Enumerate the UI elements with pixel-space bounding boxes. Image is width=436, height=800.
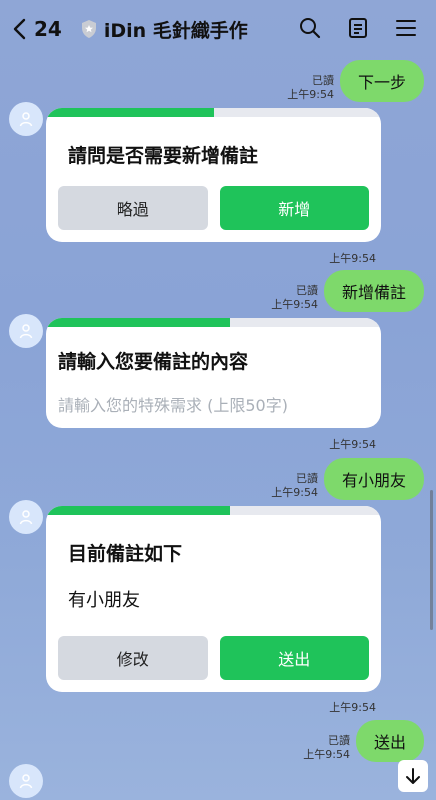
skip-button[interactable]: 略過 — [58, 186, 208, 230]
note-text: 有小朋友 — [68, 590, 140, 611]
scrollbar[interactable] — [430, 490, 433, 630]
submit-button[interactable]: 送出 — [219, 636, 369, 680]
outgoing-message: 已讀 上午9:54 下一步 — [287, 60, 424, 102]
user-icon — [19, 112, 33, 127]
progress-bar — [46, 318, 381, 327]
unread-count: 24 — [34, 17, 62, 41]
flex-card-note-summary: 目前備註如下 有小朋友 修改 送出 — [46, 506, 381, 692]
note-input-placeholder: 請輸入您的特殊需求 (上限50字) — [58, 396, 288, 415]
timestamp: 上午9:54 — [303, 748, 350, 761]
timestamp: 上午9:54 — [329, 701, 376, 714]
chat-header: 24 iDin 毛針織手作 — [0, 0, 436, 58]
avatar[interactable] — [9, 764, 43, 798]
message-bubble[interactable]: 新增備註 — [323, 270, 424, 312]
message-bubble[interactable]: 有小朋友 — [323, 458, 424, 500]
message-bubble[interactable]: 下一步 — [339, 60, 424, 102]
avatar[interactable] — [9, 500, 43, 534]
back-button[interactable]: 24 — [10, 17, 62, 41]
card-title: 目前備註如下 — [68, 543, 183, 565]
read-receipt: 已讀 — [311, 74, 334, 87]
timestamp: 上午9:54 — [271, 486, 318, 499]
menu-icon[interactable] — [394, 16, 418, 40]
arrow-down-icon — [406, 768, 420, 784]
user-icon — [19, 774, 33, 789]
timestamp: 上午9:54 — [329, 438, 376, 451]
progress-bar — [46, 506, 381, 515]
card-title: 請輸入您要備註的內容 — [58, 351, 249, 373]
chat-title: iDin 毛針織手作 — [103, 19, 248, 42]
edit-button[interactable]: 修改 — [58, 636, 208, 680]
timestamp: 上午9:54 — [329, 252, 376, 265]
chevron-left-icon — [13, 18, 26, 40]
shield-icon — [81, 20, 96, 38]
avatar[interactable] — [9, 314, 43, 348]
card-title: 請問是否需要新增備註 — [68, 145, 259, 167]
avatar[interactable] — [9, 102, 43, 136]
flex-card-input-note: 請輸入您要備註的內容 請輸入您的特殊需求 (上限50字) — [46, 318, 381, 428]
flex-card-add-note: 請問是否需要新增備註 略過 新增 — [46, 108, 381, 242]
add-button[interactable]: 新增 — [219, 186, 369, 230]
outgoing-message: 已讀 上午9:54 送出 — [303, 720, 424, 762]
read-receipt: 已讀 — [327, 734, 350, 747]
progress-bar — [46, 108, 381, 117]
timestamp: 上午9:54 — [287, 88, 334, 101]
read-receipt: 已讀 — [295, 472, 318, 485]
user-icon — [19, 510, 33, 525]
notes-icon[interactable] — [346, 16, 370, 40]
user-icon — [19, 324, 33, 339]
outgoing-message: 已讀 上午9:54 新增備註 — [271, 270, 424, 312]
message-bubble[interactable]: 送出 — [355, 720, 424, 762]
outgoing-message: 已讀 上午9:54 有小朋友 — [271, 458, 424, 500]
read-receipt: 已讀 — [295, 284, 318, 297]
scroll-to-bottom-button[interactable] — [398, 760, 428, 792]
timestamp: 上午9:54 — [271, 298, 318, 311]
search-icon[interactable] — [298, 16, 322, 40]
